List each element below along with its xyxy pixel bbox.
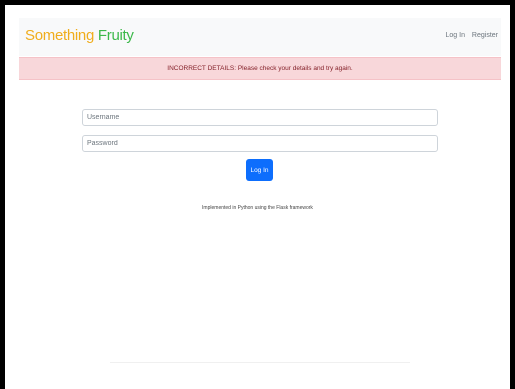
brand-word-something: Something	[25, 27, 95, 44]
divider	[110, 362, 410, 363]
register-link[interactable]: Register	[472, 32, 498, 39]
navbar: Something Fruity Log In Register	[19, 18, 501, 56]
login-button[interactable]: Log In	[246, 159, 273, 181]
password-input[interactable]	[82, 135, 438, 152]
brand-word-fruity: Fruity	[97, 27, 134, 44]
error-alert: INCORRECT DETAILS: Please check your det…	[19, 57, 501, 80]
nav-links: Log In Register	[441, 31, 499, 41]
footer-note: Implemented in Python using the Flask fr…	[202, 205, 313, 211]
username-input[interactable]	[82, 109, 438, 126]
brand-logo[interactable]: Something Fruity	[25, 26, 134, 46]
login-link[interactable]: Log In	[446, 32, 465, 39]
